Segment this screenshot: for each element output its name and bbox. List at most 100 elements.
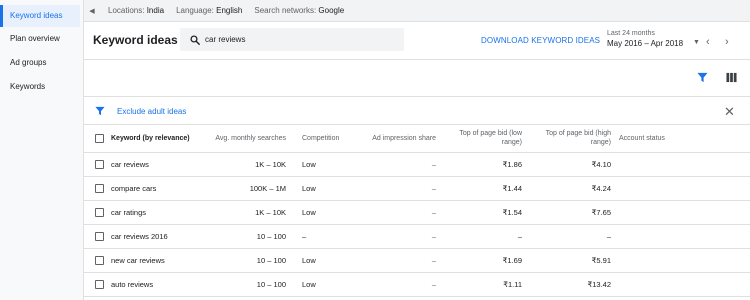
row-checkbox-cell [84,200,111,225]
column-header-ad-impression-share[interactable]: Ad impression share [364,125,444,153]
competition-cell: Low [294,176,364,201]
competition-cell: Low [294,200,364,225]
column-header-bid-high[interactable]: Top of page bid (high range) [530,125,619,153]
date-range-selector[interactable]: Last 24 months May 2016 – Apr 2018 [607,29,683,49]
exclude-adult-ideas-filter[interactable]: Exclude adult ideas [117,107,186,116]
bid-low-cell: ₹1.11 [444,272,530,297]
keyword-cell: car ratings [111,200,206,225]
row-checkbox-cell [84,152,111,177]
row-checkbox[interactable] [95,183,104,193]
date-range-value: May 2016 – Apr 2018 [607,39,684,48]
language-label: Language: [176,6,214,15]
sidebar-item-plan-overview[interactable]: Plan overview [0,27,83,51]
page-title: Keyword ideas [93,33,178,47]
date-range-label: Last 24 months [607,30,655,37]
funnel-icon [95,106,105,116]
search-input[interactable] [205,35,395,44]
avg-monthly-searches-cell: 10 – 100 [206,248,294,273]
avg-monthly-searches-cell: 100K – 1M [206,176,294,201]
header-checkbox-cell [84,125,111,153]
ad-impression-share-cell: – [364,152,444,177]
avg-monthly-searches-cell: 10 – 100 [206,224,294,249]
bid-high-cell: ₹4.10 [530,152,619,177]
sidebar: Keyword ideas Plan overview Ad groups Ke… [0,0,84,300]
row-checkbox[interactable] [95,279,104,289]
row-checkbox[interactable] [95,159,104,169]
row-checkbox-cell [84,272,111,297]
language-setting[interactable]: Language: English [176,6,242,15]
sidebar-item-keywords[interactable]: Keywords [0,75,83,99]
keyword-cell: auto reviews [111,272,206,297]
keyword-cell: car reviews 2016 [111,224,206,249]
table-row[interactable]: new car reviews 10 – 100 Low – ₹1.69 ₹5.91 [84,248,750,273]
ad-impression-share-cell: – [364,248,444,273]
sidebar-item-keyword-ideas[interactable]: Keyword ideas [0,5,80,27]
bid-high-cell: ₹4.24 [530,176,619,201]
page-header: Keyword ideas DOWNLOAD KEYWORD IDEAS Las… [84,22,750,60]
keyword-cell: car reviews [111,152,206,177]
column-header-keyword[interactable]: Keyword (by relevance) [111,125,206,153]
column-header-avg-monthly-searches[interactable]: Avg. monthly searches [206,125,294,153]
competition-cell: Low [294,152,364,177]
table-row[interactable]: car reviews 1K – 10K Low – ₹1.86 ₹4.10 [84,152,750,177]
select-all-checkbox[interactable] [95,133,104,143]
funnel-icon[interactable] [697,72,708,83]
account-status-cell [619,272,750,297]
download-keyword-ideas-button[interactable]: DOWNLOAD KEYWORD IDEAS [481,36,600,45]
triangle-down-icon[interactable]: ▼ [693,39,700,46]
table-row[interactable]: car ratings 1K – 10K Low – ₹1.54 ₹7.65 [84,200,750,225]
bid-low-cell: ₹1.69 [444,248,530,273]
table-header-row: Keyword (by relevance) Avg. monthly sear… [84,125,750,153]
account-status-cell [619,152,750,177]
row-checkbox[interactable] [95,255,104,265]
locations-label: Locations: [108,6,145,15]
ad-impression-share-cell: – [364,224,444,249]
bid-low-cell: ₹1.86 [444,152,530,177]
table-toolbar [84,61,750,97]
chevron-left-icon[interactable]: ‹ [706,36,710,48]
filter-bar: Exclude adult ideas ✕ [84,97,750,125]
ad-impression-share-cell: – [364,200,444,225]
column-header-account-status[interactable]: Account status [619,125,750,153]
chevron-right-icon[interactable]: › [725,36,729,48]
account-status-cell [619,176,750,201]
account-status-cell [619,224,750,249]
locations-setting[interactable]: Locations: India [108,6,164,15]
bid-high-cell: ₹5.91 [530,248,619,273]
avg-monthly-searches-cell: 10 – 100 [206,272,294,297]
competition-cell: Low [294,248,364,273]
search-networks-value: Google [318,6,345,15]
search-networks-setting[interactable]: Search networks: Google [254,6,344,15]
row-checkbox-cell [84,176,111,201]
table-row[interactable]: auto reviews 10 – 100 Low – ₹1.11 ₹13.42 [84,272,750,297]
keyword-cell: compare cars [111,176,206,201]
avg-monthly-searches-cell: 1K – 10K [206,200,294,225]
row-checkbox-cell [84,224,111,249]
settings-bar: ◀ Locations: India Language: English Sea… [84,0,750,22]
language-value: English [216,6,243,15]
row-checkbox-cell [84,248,111,273]
account-status-cell [619,248,750,273]
account-status-cell [619,200,750,225]
row-checkbox[interactable] [95,231,104,241]
ad-impression-share-cell: – [364,176,444,201]
bid-high-cell: ₹7.65 [530,200,619,225]
table-row[interactable]: compare cars 100K – 1M Low – ₹1.44 ₹4.24 [84,176,750,201]
bid-high-cell: – [530,224,619,249]
search-networks-label: Search networks: [254,6,317,15]
bid-low-cell: ₹1.54 [444,200,530,225]
column-header-competition[interactable]: Competition [294,125,364,153]
competition-cell: – [294,224,364,249]
table-row[interactable]: car reviews 2016 10 – 100– – – – [84,224,750,249]
sidebar-item-ad-groups[interactable]: Ad groups [0,51,83,75]
keyword-cell: new car reviews [111,248,206,273]
avg-monthly-searches-cell: 1K – 10K [206,152,294,177]
bid-low-cell: ₹1.44 [444,176,530,201]
columns-icon[interactable] [726,72,737,83]
search-box[interactable] [180,28,404,51]
row-checkbox[interactable] [95,207,104,217]
close-icon[interactable]: ✕ [724,104,735,120]
column-header-bid-low[interactable]: Top of page bid (low range) [444,125,530,153]
collapse-sidebar-icon[interactable]: ◀ [84,7,100,15]
locations-value: India [146,6,165,15]
